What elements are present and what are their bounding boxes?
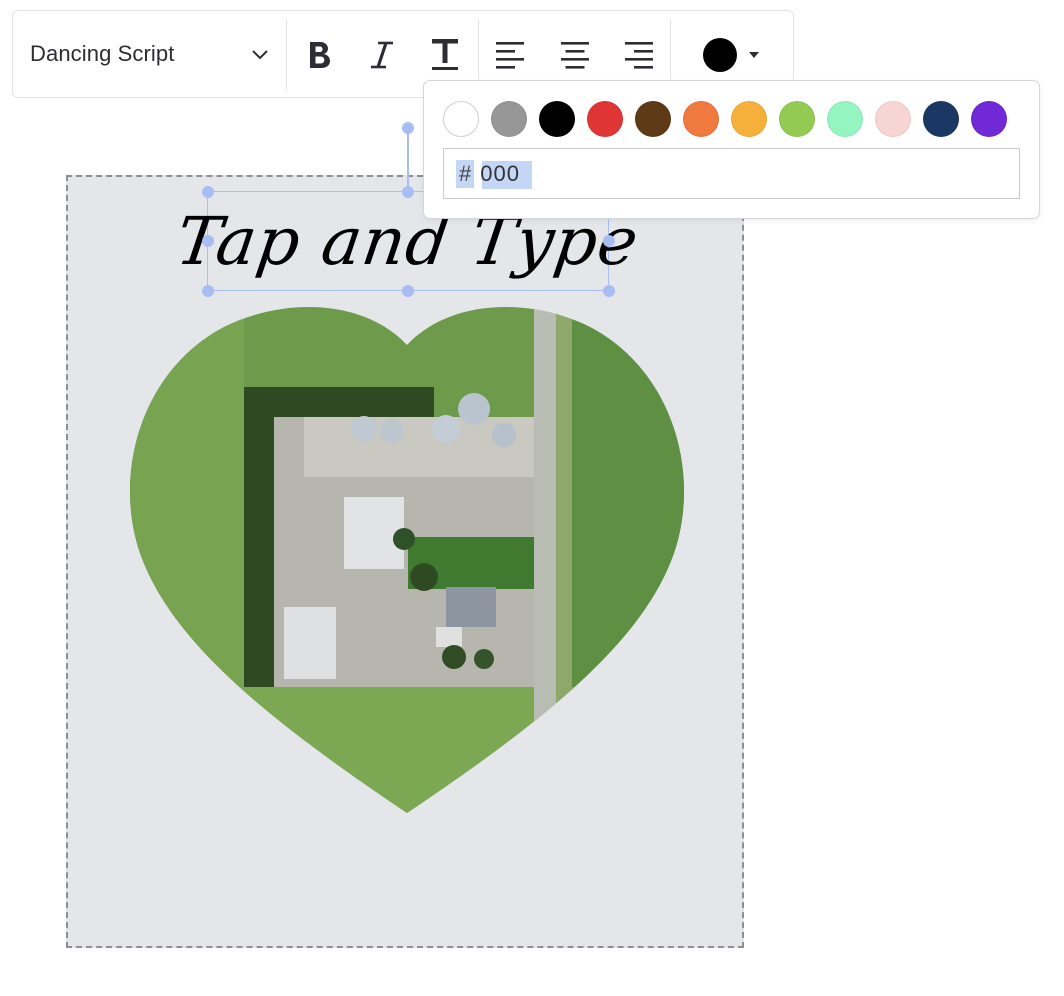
align-center-icon: [561, 42, 589, 69]
resize-handle-bottom[interactable]: [402, 285, 414, 297]
resize-handle-bottom-right[interactable]: [603, 285, 615, 297]
hex-prefix: #: [456, 159, 475, 188]
color-swatch[interactable]: [587, 101, 623, 137]
italic-icon: [371, 41, 393, 69]
font-family-select[interactable]: Dancing Script: [13, 11, 286, 97]
color-swatch[interactable]: [683, 101, 719, 137]
font-family-value: Dancing Script: [30, 41, 175, 66]
text-style-icon: [432, 39, 458, 70]
align-left-icon: [496, 42, 524, 69]
rotation-line: [407, 128, 409, 191]
color-swatch[interactable]: [539, 101, 575, 137]
text-color-icon: [703, 38, 737, 72]
color-swatch[interactable]: [779, 101, 815, 137]
resize-handle-top[interactable]: [402, 186, 414, 198]
color-swatch-row: [443, 101, 1019, 137]
align-center-button[interactable]: [552, 32, 598, 78]
rotate-handle[interactable]: [402, 122, 414, 134]
hex-color-input[interactable]: [480, 160, 981, 187]
text-color-button[interactable]: [693, 31, 773, 79]
align-right-icon: [625, 42, 653, 69]
color-swatch[interactable]: [635, 101, 671, 137]
align-right-button[interactable]: [615, 32, 661, 78]
caret-down-icon: [749, 52, 759, 58]
color-swatch[interactable]: [971, 101, 1007, 137]
color-swatch[interactable]: [443, 101, 479, 137]
bold-icon: [310, 42, 330, 68]
color-swatch[interactable]: [923, 101, 959, 137]
heart-photo[interactable]: [124, 307, 690, 815]
text-style-button[interactable]: [422, 32, 468, 78]
color-picker-popover: #: [423, 80, 1040, 219]
italic-button[interactable]: [359, 32, 405, 78]
align-left-button[interactable]: [488, 32, 534, 78]
hex-color-field[interactable]: #: [443, 148, 1020, 199]
resize-handle-right[interactable]: [603, 235, 615, 247]
aerial-farm-heart-image: [129, 307, 685, 813]
resize-handle-left[interactable]: [202, 235, 214, 247]
toolbar-divider: [286, 19, 287, 91]
color-swatch[interactable]: [491, 101, 527, 137]
resize-handle-bottom-left[interactable]: [202, 285, 214, 297]
chevron-down-icon: [252, 50, 268, 60]
bold-button[interactable]: [296, 32, 342, 78]
resize-handle-top-left[interactable]: [202, 186, 214, 198]
color-swatch[interactable]: [827, 101, 863, 137]
color-swatch[interactable]: [731, 101, 767, 137]
color-swatch[interactable]: [875, 101, 911, 137]
